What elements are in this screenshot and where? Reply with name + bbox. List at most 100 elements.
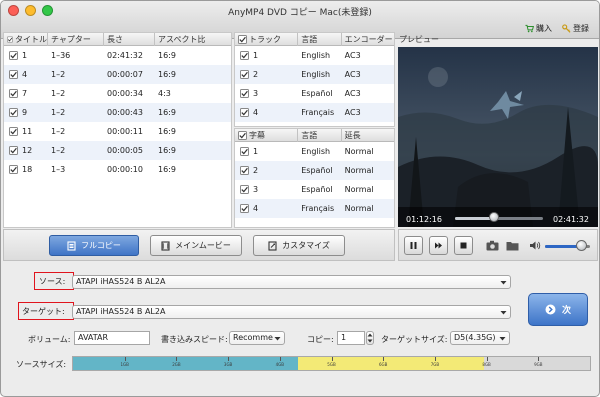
title-row[interactable]: 18 1–3 00:00:10 16:9 bbox=[4, 160, 231, 179]
extension-column-header[interactable]: 延長 bbox=[342, 129, 394, 142]
write-speed-select[interactable]: Recomme bbox=[229, 331, 285, 345]
register-link[interactable]: 登録 bbox=[562, 23, 589, 34]
fast-forward-button[interactable] bbox=[429, 236, 448, 255]
mute-button[interactable] bbox=[528, 239, 542, 252]
pause-button[interactable] bbox=[404, 236, 423, 255]
next-button[interactable]: 次 bbox=[528, 293, 588, 326]
audio-row[interactable]: 1 English AC3 bbox=[235, 46, 394, 65]
title-checkbox-cell[interactable]: 1 bbox=[4, 46, 48, 65]
key-icon bbox=[562, 24, 571, 33]
title-checkbox-cell[interactable]: 7 bbox=[4, 84, 48, 103]
checkbox-icon bbox=[9, 51, 18, 60]
title-row[interactable]: 11 1–2 00:00:11 16:9 bbox=[4, 122, 231, 141]
customize-button[interactable]: カスタマイズ bbox=[253, 235, 345, 256]
target-select[interactable]: ATAPI iHAS524 B AL2A bbox=[72, 305, 511, 319]
title-row[interactable]: 7 1–2 00:00:34 4:3 bbox=[4, 84, 231, 103]
size-tick-label: 5GB bbox=[327, 362, 336, 367]
chevron-down-icon bbox=[500, 281, 507, 285]
title-chapters: 1–2 bbox=[51, 108, 66, 117]
camera-icon bbox=[486, 240, 498, 251]
stop-button[interactable] bbox=[454, 236, 473, 255]
audio-checkbox-cell[interactable]: 4 bbox=[235, 103, 298, 122]
checkbox-icon bbox=[240, 147, 249, 156]
audio-checkbox-cell[interactable]: 3 bbox=[235, 84, 298, 103]
volume-handle[interactable] bbox=[576, 240, 587, 251]
used-size-segment bbox=[73, 357, 298, 370]
folder-icon bbox=[506, 242, 518, 251]
source-label: ソース: bbox=[39, 277, 66, 286]
title-row[interactable]: 4 1–2 00:00:07 16:9 bbox=[4, 65, 231, 84]
audio-row[interactable]: 2 English AC3 bbox=[235, 65, 394, 84]
target-size-select[interactable]: D5(4.35G) bbox=[450, 331, 510, 345]
buy-link[interactable]: 購入 bbox=[525, 23, 552, 34]
subtitle-checkbox-cell[interactable]: 1 bbox=[235, 142, 298, 161]
target-value: ATAPI iHAS524 B AL2A bbox=[76, 307, 166, 316]
snapshot-button[interactable] bbox=[485, 239, 499, 252]
subtitle-row[interactable]: 1 English Normal bbox=[235, 142, 394, 161]
size-tick-mark bbox=[228, 357, 230, 361]
subtitle-extension: Normal bbox=[344, 147, 374, 156]
subtitle-track: 2 bbox=[253, 166, 259, 175]
encoder-column-header[interactable]: エンコーダー bbox=[342, 33, 394, 46]
subtitle-language: Français bbox=[301, 204, 335, 213]
title-length: 00:00:11 bbox=[107, 127, 143, 136]
title-row[interactable]: 12 1–2 00:00:05 16:9 bbox=[4, 141, 231, 160]
copies-input[interactable]: 1 bbox=[337, 331, 365, 345]
audio-checkbox-cell[interactable]: 2 bbox=[235, 65, 298, 84]
audio-row[interactable]: 3 Español AC3 bbox=[235, 84, 394, 103]
select-all-titles-header[interactable]: タイトル bbox=[4, 33, 48, 46]
subtitle-row[interactable]: 4 Français Normal bbox=[235, 199, 394, 218]
pause-icon bbox=[410, 242, 417, 249]
title-checkbox-cell[interactable]: 12 bbox=[4, 141, 48, 160]
source-size-label: ソースサイズ: bbox=[16, 360, 67, 369]
size-tick-mark bbox=[124, 357, 126, 361]
audio-track: 4 bbox=[253, 108, 259, 117]
subtitle-row[interactable]: 2 Español Normal bbox=[235, 161, 394, 180]
select-all-subtitles-header[interactable]: 字幕 bbox=[235, 129, 299, 142]
audio-table-header: トラック 言語 エンコーダー bbox=[235, 33, 394, 46]
title-row[interactable]: 1 1–36 02:41:32 16:9 bbox=[4, 46, 231, 65]
length-column-header[interactable]: 長さ bbox=[104, 33, 155, 46]
full-copy-button[interactable]: フルコピー bbox=[49, 235, 139, 256]
main-movie-button[interactable]: メインムービー bbox=[150, 235, 242, 256]
size-tick-label: 8GB bbox=[482, 362, 491, 367]
title-aspect: 16:9 bbox=[158, 165, 176, 174]
source-select[interactable]: ATAPI iHAS524 B AL2A bbox=[72, 275, 511, 289]
subtitle-checkbox-cell[interactable]: 2 bbox=[235, 161, 298, 180]
target-size-label: ターゲットサイズ: bbox=[381, 335, 448, 344]
title-checkbox-cell[interactable]: 9 bbox=[4, 103, 48, 122]
title-checkbox-cell[interactable]: 4 bbox=[4, 65, 48, 84]
target-label: ターゲット: bbox=[22, 307, 65, 316]
title-title: 7 bbox=[22, 89, 28, 98]
audio-encoder: AC3 bbox=[344, 89, 361, 98]
titles-table-header: タイトル チャプター 長さ アスペクト比 bbox=[4, 33, 231, 46]
subtitle-row[interactable]: 3 Español Normal bbox=[235, 180, 394, 199]
chapter-column-header[interactable]: チャプター bbox=[48, 33, 104, 46]
audio-language-column-header[interactable]: 言語 bbox=[298, 33, 342, 46]
title-row[interactable]: 9 1–2 00:00:43 16:9 bbox=[4, 103, 231, 122]
audio-checkbox-cell[interactable]: 1 bbox=[235, 46, 298, 65]
subtitle-checkbox-cell[interactable]: 3 bbox=[235, 180, 298, 199]
title-checkbox-cell[interactable]: 11 bbox=[4, 122, 48, 141]
subtitle-language-column-header[interactable]: 言語 bbox=[298, 129, 342, 142]
select-all-audio-header[interactable]: トラック bbox=[235, 33, 299, 46]
overflow-size-segment bbox=[297, 357, 484, 370]
size-tick-mark bbox=[486, 357, 488, 361]
title-checkbox-cell[interactable]: 18 bbox=[4, 160, 48, 179]
open-snapshot-folder-button[interactable] bbox=[505, 239, 519, 252]
titles-table-body: 1 1–36 02:41:32 16:9 4 1–2 00:00:07 16:9 7 1–2 00:… bbox=[4, 46, 231, 179]
video-preview[interactable] bbox=[398, 47, 598, 227]
track-column-header: トラック bbox=[249, 35, 281, 44]
subtitle-checkbox-cell[interactable]: 4 bbox=[235, 199, 298, 218]
aspect-column-header[interactable]: アスペクト比 bbox=[155, 33, 231, 46]
checkbox-icon bbox=[240, 70, 249, 79]
volume-name-input[interactable]: AVATAR bbox=[74, 331, 150, 345]
size-tick-label: 7GB bbox=[430, 362, 440, 367]
size-tick-label: 2GB bbox=[172, 362, 181, 367]
full-copy-icon bbox=[67, 240, 76, 251]
copies-stepper[interactable] bbox=[366, 331, 374, 345]
audio-row[interactable]: 4 Français AC3 bbox=[235, 103, 394, 122]
title-title: 1 bbox=[22, 51, 28, 60]
seek-slider[interactable] bbox=[455, 217, 543, 220]
audio-table-body: 1 English AC3 2 English AC3 3 Español AC3 4 França… bbox=[235, 46, 394, 122]
